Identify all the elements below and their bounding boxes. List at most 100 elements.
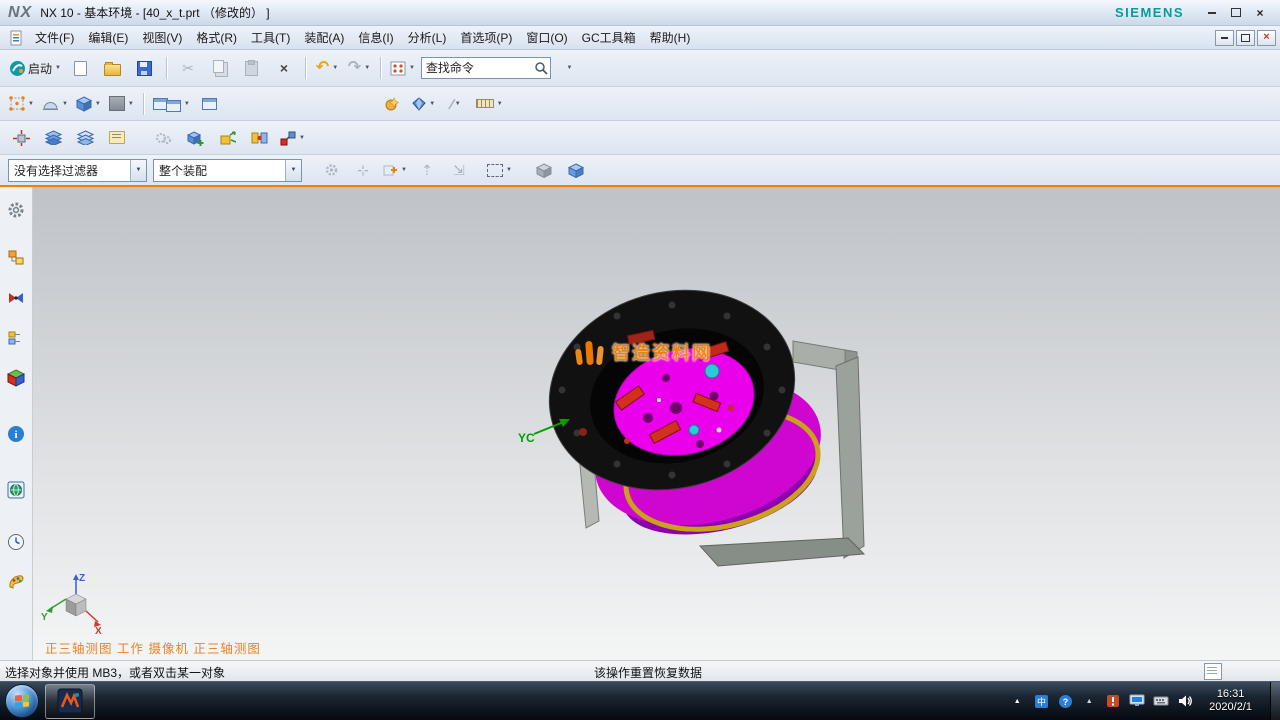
find-component-button[interactable]: [6, 124, 36, 152]
selection-filter-value: 没有选择过滤器: [14, 162, 125, 179]
show-handles-button[interactable]: [377, 90, 407, 118]
touch-mode-button[interactable]: ▼: [387, 54, 418, 82]
minimize-button[interactable]: [1200, 4, 1224, 22]
menu-window[interactable]: 窗口(O): [519, 26, 574, 49]
roles-button[interactable]: [3, 197, 29, 223]
show-desktop-button[interactable]: [1270, 682, 1280, 720]
open-folder-icon: [104, 64, 121, 76]
mdi-restore-button[interactable]: [1236, 30, 1255, 46]
assembly-navigator-button[interactable]: [3, 245, 29, 271]
render-style-button[interactable]: ▼: [39, 90, 71, 118]
menu-information[interactable]: 信息(I): [351, 26, 400, 49]
document-app-icon: [8, 30, 24, 46]
add-component-button[interactable]: [180, 124, 210, 152]
tray-help-icon[interactable]: ?: [1057, 693, 1073, 709]
nx-app-icon: [57, 688, 83, 714]
open-file-button[interactable]: [98, 54, 128, 82]
tray-volume-icon[interactable]: [1177, 693, 1193, 709]
highlight-shaded-button[interactable]: [561, 156, 591, 184]
model-bracket-foot[interactable]: [700, 538, 864, 566]
start-menu-button[interactable]: 启动 ▼: [6, 54, 64, 82]
mdi-minimize-button[interactable]: [1215, 30, 1234, 46]
web-browser-button[interactable]: [3, 477, 29, 503]
show-product-outline-button[interactable]: [70, 124, 100, 152]
history-button[interactable]: [3, 529, 29, 555]
maximize-button[interactable]: [1224, 4, 1248, 22]
menu-help[interactable]: 帮助(H): [643, 26, 698, 49]
hidden-icons-button[interactable]: ▲: [1009, 693, 1025, 709]
undo-button[interactable]: ↶▼: [312, 54, 342, 82]
menu-preferences[interactable]: 首选项(P): [453, 26, 519, 49]
reuse-library-button[interactable]: [3, 365, 29, 391]
redo-button[interactable]: ↷▼: [344, 54, 374, 82]
menu-file[interactable]: 文件(F): [28, 26, 81, 49]
chevron-down-icon: ▼: [401, 167, 407, 173]
constraint-navigator-button[interactable]: [3, 285, 29, 311]
move-component-button[interactable]: [212, 124, 242, 152]
wave-geometry-linker-button[interactable]: [148, 124, 178, 152]
graphics-window[interactable]: YC Z Y X: [33, 187, 1280, 660]
model-cyan-pin-2[interactable]: [689, 425, 699, 435]
menu-assemblies[interactable]: 装配(A): [297, 26, 351, 49]
gear-icon: [7, 201, 25, 219]
system-materials-button[interactable]: [3, 569, 29, 595]
paste-button[interactable]: [237, 54, 267, 82]
window-cascade-button[interactable]: ▼: [150, 90, 193, 118]
tray-display-icon[interactable]: [1129, 693, 1145, 709]
tray-keyboard-icon[interactable]: [1153, 693, 1169, 709]
orient-view-button[interactable]: ▼: [73, 90, 104, 118]
menu-analysis[interactable]: 分析(L): [401, 26, 454, 49]
taskbar-clock[interactable]: 16:31 2020/2/1: [1201, 688, 1260, 714]
contact-sheet-button[interactable]: [102, 124, 132, 152]
snap-point-toggle-button[interactable]: ⊹: [348, 156, 378, 184]
tray-ime-icon[interactable]: 中: [1033, 693, 1049, 709]
visual-effects-button[interactable]: ▼: [409, 90, 439, 118]
snap-arrow-up-button[interactable]: ⇡: [412, 156, 442, 184]
snap-point-plus-button[interactable]: ▼: [380, 156, 410, 184]
clip-section-button[interactable]: ∕∕∕▼: [441, 90, 471, 118]
hd3d-tools-button[interactable]: i: [3, 421, 29, 447]
save-icon: [137, 61, 152, 76]
rectangle-select-button[interactable]: ▼: [484, 156, 515, 184]
tray-alert-icon[interactable]: [1105, 693, 1121, 709]
menu-gc-toolbox[interactable]: GC工具箱: [575, 26, 643, 49]
layer-stack-icon: [45, 130, 62, 145]
siemens-logo: SIEMENS: [1115, 5, 1184, 20]
cut-button[interactable]: ✂: [173, 54, 203, 82]
selection-scope-combo[interactable]: 整个装配 ▼: [153, 159, 302, 182]
notes-icon[interactable]: [1204, 663, 1222, 680]
tray-up-arrow-icon[interactable]: ▲: [1081, 693, 1097, 709]
snap-settings-button[interactable]: [316, 156, 346, 184]
part-navigator-button[interactable]: [3, 325, 29, 351]
exploded-views-button[interactable]: ▼: [276, 124, 308, 152]
open-by-proximity-button[interactable]: [38, 124, 68, 152]
highlight-gray-button[interactable]: [529, 156, 559, 184]
new-file-button[interactable]: [66, 54, 96, 82]
datum-display-button[interactable]: ▼: [6, 90, 37, 118]
taskbar-nx-app-button[interactable]: [45, 684, 95, 719]
command-finder-dropdown-button[interactable]: ▼: [554, 54, 584, 82]
menu-edit[interactable]: 编辑(E): [81, 26, 135, 49]
copy-button[interactable]: [205, 54, 235, 82]
close-button[interactable]: ×: [1248, 4, 1272, 22]
new-file-icon: [74, 61, 87, 76]
start-button[interactable]: [5, 684, 39, 718]
assembly-constraints-button[interactable]: [244, 124, 274, 152]
menu-view[interactable]: 视图(V): [135, 26, 189, 49]
new-window-button[interactable]: [195, 90, 225, 118]
save-button[interactable]: [130, 54, 160, 82]
command-finder-input[interactable]: [424, 60, 534, 76]
start-menu-label: 启动: [28, 60, 52, 77]
nx-logo: NX: [8, 4, 32, 22]
measure-button[interactable]: ▼: [473, 90, 506, 118]
selection-filter-combo[interactable]: 没有选择过滤器 ▼: [8, 159, 147, 182]
menu-format[interactable]: 格式(R): [189, 26, 244, 49]
search-icon[interactable]: [534, 61, 548, 75]
mdi-close-button[interactable]: ×: [1257, 30, 1276, 46]
model-right-bracket-plate[interactable]: [836, 357, 864, 558]
snap-arrow-corner-button[interactable]: ⇲: [444, 156, 474, 184]
menu-tools[interactable]: 工具(T): [244, 26, 297, 49]
view-triad[interactable]: Z Y X: [41, 573, 102, 637]
view-background-button[interactable]: ▼: [106, 90, 137, 118]
delete-button[interactable]: ×: [269, 54, 299, 82]
